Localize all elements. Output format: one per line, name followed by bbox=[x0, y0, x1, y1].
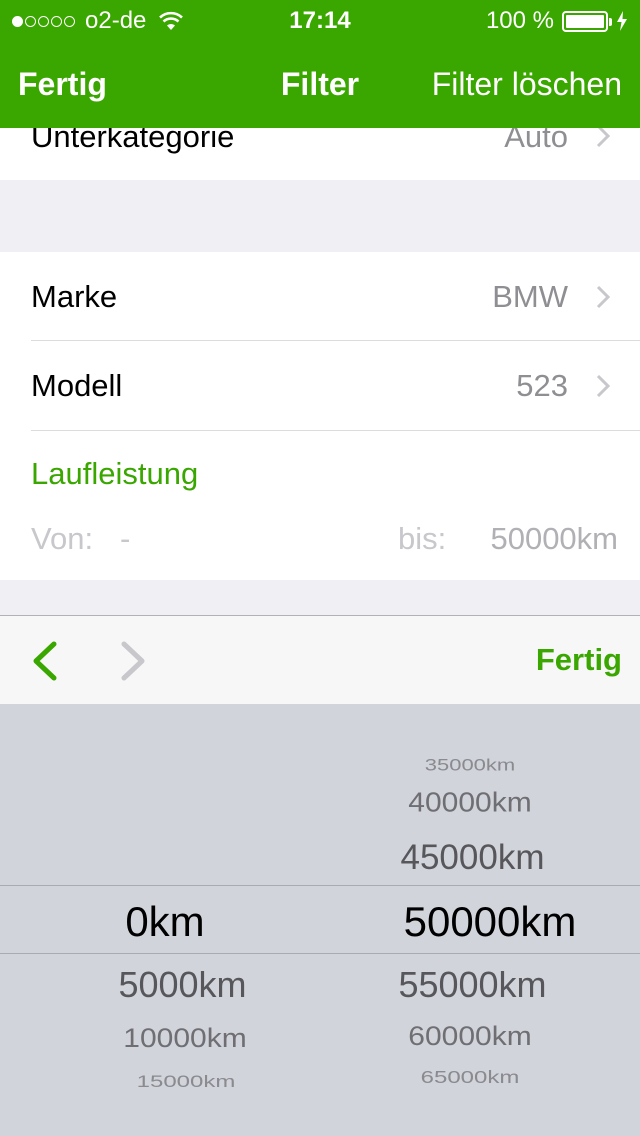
chevron-right-icon bbox=[596, 285, 610, 309]
picker-left-selected[interactable]: 0km bbox=[0, 898, 330, 946]
mileage-to-label: bis: bbox=[398, 521, 447, 556]
chevron-right-icon bbox=[596, 374, 610, 398]
picker-toolbar: Fertig bbox=[0, 615, 640, 704]
mileage-from-label: Von: bbox=[31, 521, 94, 556]
app-header: o2-de 17:14 100 % Fertig Filter Filter l… bbox=[0, 0, 640, 128]
mileage-picker[interactable]: 0km 5000km 10000km 15000km 35000km 40000… bbox=[0, 704, 640, 1136]
mileage-to-field[interactable]: 50000km bbox=[490, 521, 618, 557]
brand-row[interactable]: Marke BMW bbox=[0, 252, 640, 340]
brand-label: Marke bbox=[31, 279, 118, 314]
picker-right-option[interactable]: 60000km bbox=[300, 1022, 640, 1053]
previous-field-icon[interactable] bbox=[28, 640, 62, 682]
picker-right-selected[interactable]: 50000km bbox=[320, 898, 640, 946]
status-right: 100 % bbox=[486, 7, 628, 35]
picker-right-option[interactable]: 65000km bbox=[300, 1068, 640, 1088]
model-value: 523 bbox=[516, 368, 568, 403]
battery-percentage: 100 % bbox=[485, 7, 554, 34]
row-divider bbox=[31, 430, 640, 431]
model-label: Modell bbox=[31, 368, 123, 403]
picker-right-option[interactable]: 55000km bbox=[300, 964, 640, 1006]
battery-icon bbox=[562, 10, 612, 32]
picker-right-option[interactable]: 45000km bbox=[300, 838, 640, 878]
mileage-from-field[interactable]: - bbox=[120, 521, 130, 557]
brand-value: BMW bbox=[492, 279, 568, 314]
status-bar: o2-de 17:14 100 % bbox=[0, 0, 640, 40]
picker-right-option[interactable]: 40000km bbox=[300, 787, 640, 818]
picker-done-button[interactable]: Fertig bbox=[536, 642, 622, 678]
picker-right-option[interactable]: 35000km bbox=[300, 755, 640, 775]
mileage-title: Laufleistung bbox=[31, 456, 199, 491]
model-row[interactable]: Modell 523 bbox=[0, 341, 640, 430]
clear-filter-button[interactable]: Filter löschen bbox=[432, 66, 622, 103]
next-field-icon[interactable] bbox=[116, 640, 150, 682]
navigation-bar: Fertig Filter Filter löschen bbox=[0, 40, 640, 128]
charging-bolt-icon bbox=[617, 11, 627, 31]
